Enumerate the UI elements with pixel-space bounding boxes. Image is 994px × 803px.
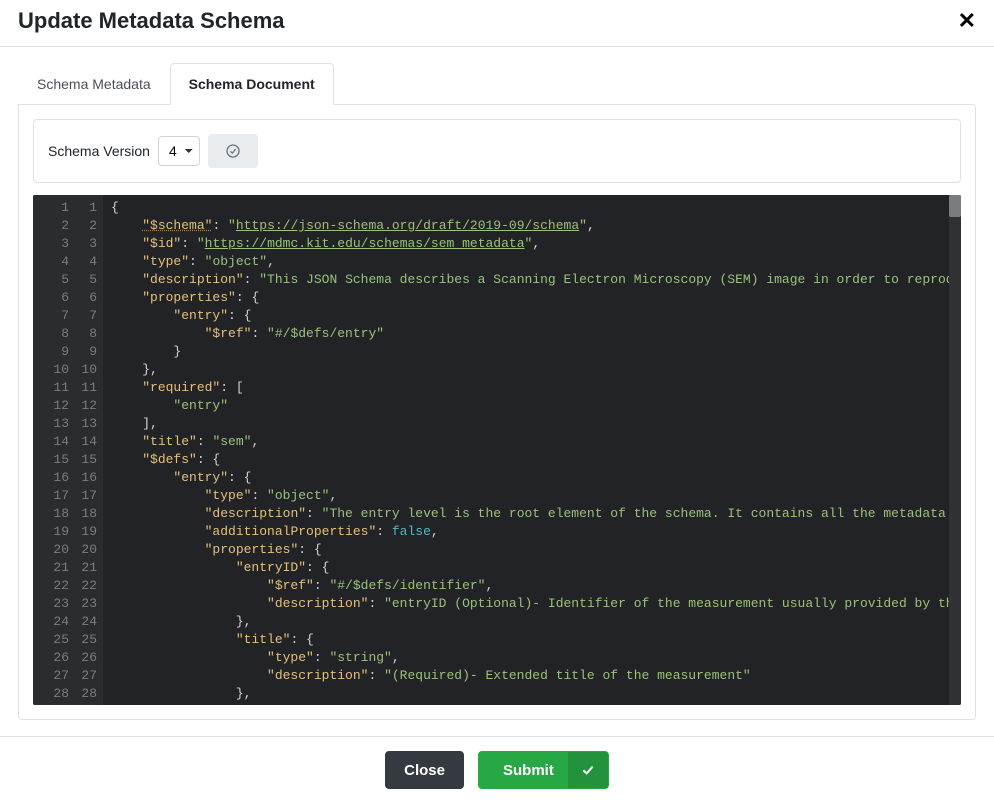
modal-footer: Close Submit bbox=[0, 736, 994, 803]
scrollbar-thumb[interactable] bbox=[949, 195, 961, 217]
code-editor[interactable]: 1122334455667788991010111112121313141415… bbox=[33, 195, 961, 705]
modal-title: Update Metadata Schema bbox=[18, 8, 285, 34]
modal-body: Schema Metadata Schema Document Schema V… bbox=[0, 47, 994, 736]
tab-schema-metadata[interactable]: Schema Metadata bbox=[18, 63, 170, 105]
version-label: Schema Version bbox=[48, 143, 150, 159]
tab-schema-document[interactable]: Schema Document bbox=[170, 63, 334, 105]
close-button[interactable]: Close bbox=[385, 751, 464, 789]
modal-update-metadata-schema: Update Metadata Schema ✕ Schema Metadata… bbox=[0, 0, 994, 803]
apply-version-button[interactable] bbox=[208, 134, 258, 168]
tabs: Schema Metadata Schema Document bbox=[18, 63, 976, 104]
tab-pane-document: Schema Version 4 11223344556677889910101… bbox=[18, 104, 976, 720]
editor-gutter: 1122334455667788991010111112121313141415… bbox=[33, 195, 103, 705]
close-icon[interactable]: ✕ bbox=[958, 10, 976, 32]
version-select[interactable]: 4 bbox=[158, 136, 200, 166]
submit-check-icon bbox=[568, 752, 608, 788]
scrollbar-track[interactable] bbox=[949, 195, 961, 705]
submit-button-label: Submit bbox=[497, 753, 560, 788]
check-circle-icon bbox=[225, 143, 241, 159]
editor-code[interactable]: { "$schema": "https://json-schema.org/dr… bbox=[103, 195, 961, 705]
modal-header: Update Metadata Schema ✕ bbox=[0, 0, 994, 47]
close-button-label: Close bbox=[404, 762, 445, 779]
submit-button[interactable]: Submit bbox=[478, 751, 609, 789]
toolbar: Schema Version 4 bbox=[33, 119, 961, 183]
